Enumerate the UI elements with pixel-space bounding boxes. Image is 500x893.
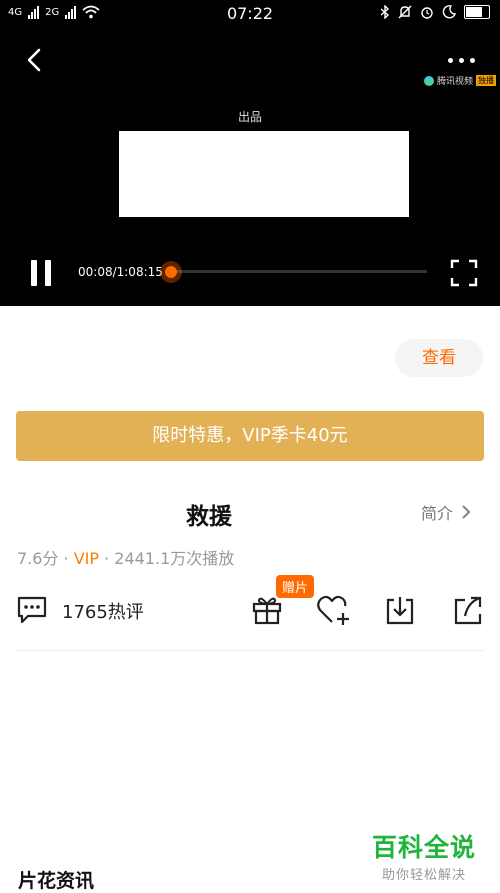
brand-watermark: 腾讯视频 独播 [424,74,497,87]
video-player[interactable]: 4G 2G 07:22 腾讯视频 独播 出品 00:08/1:08:15 [0,0,500,306]
comment-icon[interactable] [16,595,48,625]
share-icon[interactable] [453,594,483,626]
view-button[interactable]: 查看 [395,339,483,377]
show-meta: 7.6分 · VIP · 2441.1万次播放 [17,549,235,568]
back-icon[interactable] [22,46,50,74]
battery-icon [464,5,490,19]
tencent-video-logo-icon [424,75,434,86]
watermark-sub: 助你轻松解决 [382,868,467,883]
bluetooth-icon [380,5,390,19]
brand-tag: 独播 [476,75,497,86]
vip-label: VIP [73,549,100,568]
score: 7.6分 [17,549,59,568]
pause-button[interactable] [28,258,56,288]
download-icon[interactable] [385,594,415,626]
status-bar: 4G 2G 07:22 [0,0,500,28]
comment-count[interactable]: 1765热评 [62,598,144,624]
play-count: 2441.1万次播放 [114,549,235,568]
progress-knob[interactable] [160,261,182,283]
divider [16,650,484,651]
mute-bell-icon [398,5,412,19]
moon-icon [442,5,456,19]
chevron-right-icon [462,505,471,519]
brand-label: 腾讯视频 [437,77,474,87]
favorite-add-icon[interactable] [316,594,352,626]
intro-label: 简介 [421,504,454,523]
fullscreen-icon[interactable] [450,259,478,287]
show-title: 救援 [186,504,232,530]
progress-track[interactable] [171,270,427,273]
watermark-main: 百科全说 [372,833,477,862]
baike-watermark: 百科全说 助你轻松解决 [372,828,476,883]
intro-link[interactable]: 简介 [421,500,471,524]
produced-label: 出品 [237,110,262,124]
more-options-icon[interactable] [448,50,484,70]
playback-time: 00:08/1:08:15 [78,265,163,279]
vip-promo-banner[interactable]: 限时特惠，VIP季卡40元 [16,411,484,461]
alarm-icon [421,7,433,19]
gift-icon[interactable] [251,594,283,626]
gift-badge: 赠片 [276,575,315,598]
status-icons [380,5,490,19]
video-frame-placeholder [119,131,409,217]
action-bar: 1765热评 [0,590,500,632]
